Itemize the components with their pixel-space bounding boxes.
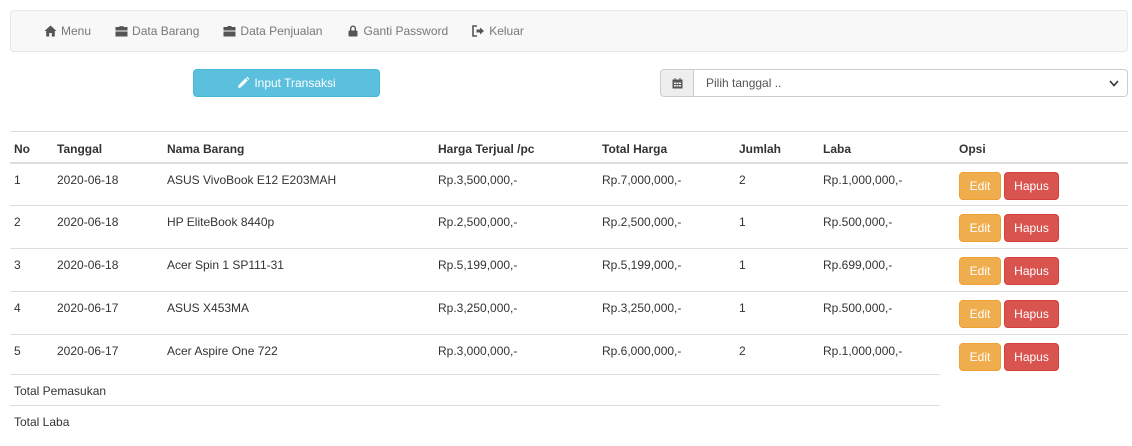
chevron-down-icon (1109, 79, 1119, 87)
cell-jumlah: 1 (739, 291, 823, 335)
cell-nama-barang: HP EliteBook 8440p (167, 205, 438, 249)
nav-item-label: Data Barang (132, 24, 200, 38)
hapus-button[interactable]: Hapus (1004, 300, 1059, 328)
cell-nama-barang: Acer Aspire One 722 (167, 334, 438, 378)
cell-opsi: Edit Hapus (959, 334, 1128, 378)
header-jumlah: Jumlah (739, 131, 823, 164)
cell-no: 1 (14, 172, 21, 187)
cell-harga-terjual: Rp.3,000,000,- (438, 334, 602, 378)
cell-total-harga: Rp.2,500,000,- (602, 205, 739, 249)
edit-button[interactable]: Edit (959, 343, 1001, 371)
pencil-icon (238, 77, 250, 88)
cell-nama-barang: ASUS VivoBook E12 E203MAH (167, 172, 337, 187)
header-opsi: Opsi (959, 131, 1128, 164)
total-laba-row: Total Laba (10, 405, 940, 436)
cell-jumlah: 2 (739, 334, 823, 378)
cell-laba: Rp.500,000,- (823, 291, 959, 335)
nav-item-label: Ganti Password (363, 24, 449, 38)
cell-nama-barang: Acer Spin 1 SP111-31 (167, 248, 438, 292)
lock-icon (346, 25, 359, 37)
cell-no: 4 (10, 291, 57, 335)
total-laba-label: Total Laba (14, 415, 70, 429)
hapus-button[interactable]: Hapus (1004, 214, 1059, 242)
cell-laba: Rp.1,000,000,- (823, 334, 959, 378)
cell-tanggal: 2020-06-18 (57, 205, 167, 249)
cell-opsi: Edit Hapus (959, 291, 1128, 335)
navbar: Menu Data Barang Data Penjualan Ganti Pa… (10, 10, 1128, 52)
cell-no: 2 (10, 205, 57, 249)
cell-total-harga: Rp.5,199,000,- (602, 248, 739, 292)
cell-laba: Rp.699,000,- (823, 248, 959, 292)
cell-harga-terjual: Rp.3,500,000,- (438, 172, 518, 187)
cell-harga-terjual: Rp.2,500,000,- (438, 205, 602, 249)
input-transaksi-label: Input Transaksi (254, 76, 336, 90)
table-row: 5 2020-06-17 Acer Aspire One 722 Rp.3,00… (10, 334, 1128, 378)
input-transaksi-button[interactable]: Input Transaksi (193, 69, 380, 97)
cell-total-harga: Rp.7,000,000,- (602, 172, 682, 187)
nav-item-keluar[interactable]: Keluar (472, 24, 524, 38)
hapus-button[interactable]: Hapus (1004, 343, 1059, 371)
table-row: 4 2020-06-17 ASUS X453MA Rp.3,250,000,- … (10, 291, 1128, 335)
cell-harga-terjual: Rp.5,199,000,- (438, 248, 602, 292)
cell-tanggal: 2020-06-18 (57, 248, 167, 292)
table-row: 3 2020-06-18 Acer Spin 1 SP111-31 Rp.5,1… (10, 248, 1128, 292)
edit-button[interactable]: Edit (959, 257, 1001, 285)
nav-item-menu[interactable]: Menu (44, 24, 91, 38)
cell-no: 3 (10, 248, 57, 292)
nav-item-label: Menu (61, 24, 92, 38)
table-header-row: No Tanggal Nama Barang Harga Terjual /pc… (10, 131, 1128, 164)
cell-jumlah: 1 (739, 248, 823, 292)
cell-tanggal: 2020-06-17 (57, 334, 167, 378)
cell-tanggal: 2020-06-18 (57, 172, 119, 187)
hapus-button[interactable]: Hapus (1004, 257, 1059, 285)
header-total-harga: Total Harga (602, 131, 739, 164)
cell-no: 5 (10, 334, 57, 378)
nav-item-ganti-password[interactable]: Ganti Password (346, 24, 448, 38)
date-filter: Pilih tanggal .. (660, 69, 1128, 97)
cell-total-harga: Rp.6,000,000,- (602, 334, 739, 378)
cell-opsi: Edit Hapus (959, 205, 1128, 249)
edit-button[interactable]: Edit (959, 300, 1001, 328)
date-select[interactable]: Pilih tanggal .. (694, 69, 1128, 97)
header-tanggal: Tanggal (57, 131, 167, 164)
cell-jumlah: 2 (739, 172, 746, 187)
cell-tanggal: 2020-06-17 (57, 291, 167, 335)
briefcase-icon (115, 25, 128, 37)
cell-opsi: Edit Hapus (959, 248, 1128, 292)
nav-item-label: Data Penjualan (240, 24, 323, 38)
edit-button[interactable]: Edit (959, 214, 1001, 242)
nav-item-data-barang[interactable]: Data Barang (115, 24, 199, 38)
cell-laba: Rp.1,000,000,- (823, 172, 903, 187)
sales-table: No Tanggal Nama Barang Harga Terjual /pc… (10, 131, 1128, 378)
calendar-icon (672, 77, 682, 88)
total-pemasukan-row: Total Pemasukan (10, 374, 940, 405)
edit-button[interactable]: Edit (959, 171, 1001, 200)
log-out-icon (472, 25, 485, 37)
nav-item-label: Keluar (489, 24, 524, 38)
cell-opsi: Edit Hapus (959, 163, 1128, 206)
header-harga-terjual: Harga Terjual /pc (438, 131, 602, 164)
cell-jumlah: 1 (739, 205, 823, 249)
hapus-button[interactable]: Hapus (1004, 171, 1059, 200)
table-row: 1 2020-06-18 ASUS VivoBook E12 E203MAH R… (10, 163, 1128, 206)
cell-laba: Rp.500,000,- (823, 205, 959, 249)
nav-item-data-penjualan[interactable]: Data Penjualan (223, 24, 322, 38)
header-nama-barang: Nama Barang (167, 131, 438, 164)
cell-nama-barang: ASUS X453MA (167, 291, 438, 335)
date-select-value: Pilih tanggal .. (706, 76, 782, 90)
cell-harga-terjual: Rp.3,250,000,- (438, 291, 602, 335)
home-icon (44, 25, 57, 37)
date-addon (660, 69, 694, 97)
cell-total-harga: Rp.3,250,000,- (602, 291, 739, 335)
header-laba: Laba (823, 131, 959, 164)
header-no: No (10, 131, 57, 164)
table-row: 2 2020-06-18 HP EliteBook 8440p Rp.2,500… (10, 205, 1128, 249)
total-pemasukan-label: Total Pemasukan (14, 384, 107, 398)
briefcase-icon (223, 25, 236, 37)
